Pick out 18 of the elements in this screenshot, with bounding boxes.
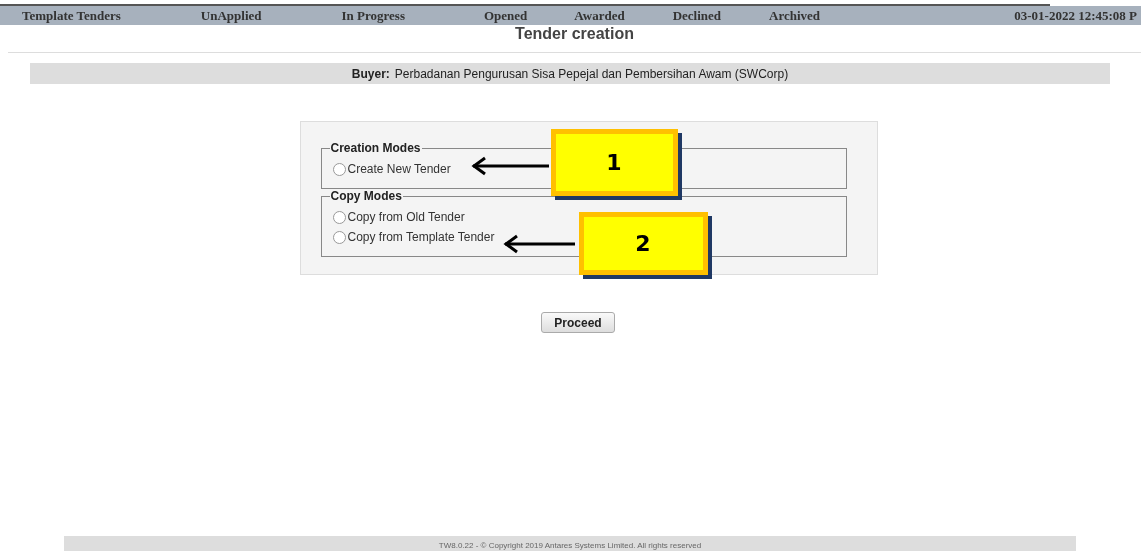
nav-tab[interactable]: UnApplied xyxy=(200,7,262,24)
option-label[interactable]: Copy from Template Tender xyxy=(347,230,495,244)
page-title: Tender creation xyxy=(8,25,1141,53)
proceed-button[interactable]: Proceed xyxy=(541,312,615,333)
nav-tab[interactable]: Awarded xyxy=(574,7,625,24)
nav-tab[interactable]: Archived xyxy=(769,7,821,24)
copyright-text: TW8.0.22 - © Copyright 2019 Antares Systems Limited. All rights reserved xyxy=(438,541,702,550)
nav-tab[interactable]: Opened xyxy=(484,7,528,24)
nav-tab[interactable]: Template Tenders xyxy=(22,7,121,24)
option-label[interactable]: Copy from Old Tender xyxy=(347,210,465,224)
group-legend: Copy Modes xyxy=(329,189,403,203)
option-label[interactable]: Create New Tender xyxy=(347,162,451,176)
nav-tab[interactable]: Declined xyxy=(672,7,722,24)
buyer-label: Buyer: xyxy=(351,66,390,81)
date-time: 03-01-2022 12:45:08 P xyxy=(1014,7,1137,24)
buyer-name: Perbadanan Pengurusan Sisa Pepejal dan Pembersihan Awam (SWCorp) xyxy=(394,66,789,81)
nav-tab[interactable]: In Progress xyxy=(341,7,405,24)
group-legend: Creation Modes xyxy=(329,141,422,155)
